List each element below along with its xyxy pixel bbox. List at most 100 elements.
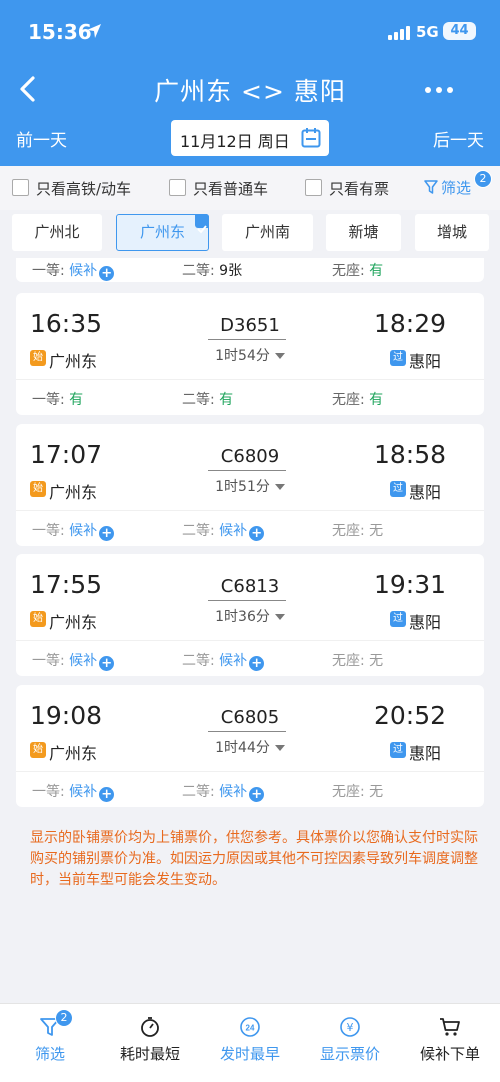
- yen-text: ¥: [347, 1021, 354, 1034]
- train-card[interactable]: 19:08 C6805 1时44分 20:52 始 广州东 过 惠阳 一等: 候…: [16, 685, 484, 807]
- date-label: 11月12日 周日: [180, 132, 290, 151]
- train-line-divider: [208, 470, 286, 471]
- plus-icon[interactable]: +: [249, 656, 265, 671]
- departure-station: 广州东: [49, 744, 98, 763]
- more-icon[interactable]: [424, 86, 454, 94]
- filter-normal-train[interactable]: 只看普通车: [169, 178, 284, 198]
- pass-badge: 过: [390, 742, 406, 758]
- arrival-station: 惠阳: [409, 483, 442, 502]
- filter-label: 只看普通车: [193, 180, 269, 198]
- train-card[interactable]: 16:35 D3651 1时54分 18:29 始 广州东 过 惠阳 一等: 有…: [16, 293, 484, 415]
- location-arrow-icon: [87, 24, 101, 38]
- departure-station: 广州东: [49, 483, 98, 502]
- seat-first-class: 一等: 候补 +: [32, 260, 115, 281]
- departure-station: 广州东: [49, 352, 98, 371]
- arrival-time: 19:31: [373, 570, 446, 599]
- filter-row: 只看高铁/动车 只看普通车 只看有票 筛选 2: [0, 166, 500, 210]
- train-card-partial[interactable]: 一等: 候补 + 二等: 9张 无座: 有: [16, 258, 484, 282]
- arrival-time: 18:58: [373, 440, 446, 469]
- seat-row: 一等: 候补 + 二等: 候补 + 无座: 无: [16, 771, 484, 807]
- signal-icon: [388, 26, 410, 40]
- toolbar-waitlist-order[interactable]: 候补下单: [400, 1010, 500, 1070]
- prev-day-button[interactable]: 前一天: [16, 126, 67, 151]
- seat-no-seat: 无座: 有: [332, 263, 384, 279]
- plus-icon[interactable]: +: [99, 787, 115, 802]
- status-time: 15:36: [28, 20, 92, 44]
- arrival-station: 惠阳: [409, 744, 442, 763]
- dropdown-arrow-icon: [274, 484, 285, 490]
- nav-bar: 广州东 <> 惠阳: [0, 62, 500, 116]
- origin-badge: 始: [30, 481, 46, 497]
- toolbar-earliest-departure[interactable]: 24 发时最早: [200, 1010, 300, 1070]
- next-day-button[interactable]: 后一天: [433, 126, 484, 151]
- seat-no-seat: 无座: 有: [332, 392, 384, 408]
- station-tab[interactable]: 广州南: [222, 214, 313, 251]
- filter-has-ticket[interactable]: 只看有票: [305, 178, 405, 198]
- station-tab[interactable]: 增城: [415, 214, 489, 251]
- clock-24-icon: 24: [240, 1017, 260, 1037]
- dropdown-arrow-icon: [274, 745, 285, 751]
- bottom-toolbar: 2 筛选 耗时最短 24 发时最早 ¥ 显示票价 候补下单: [0, 1003, 500, 1082]
- check-icon: [195, 214, 209, 234]
- seat-no-seat: 无座: 无: [332, 784, 384, 800]
- seat-second-class: 二等: 候补 +: [182, 781, 265, 802]
- arrival-station: 惠阳: [409, 613, 442, 632]
- departure-station: 广州东: [49, 613, 98, 632]
- plus-icon[interactable]: +: [99, 526, 115, 541]
- origin-badge: 始: [30, 350, 46, 366]
- pass-badge: 过: [390, 481, 406, 497]
- plus-icon[interactable]: +: [99, 656, 115, 671]
- toolbar-label: 候补下单: [419, 1045, 480, 1063]
- train-line-divider: [208, 731, 286, 732]
- seat-second-class: 二等: 9张: [182, 263, 243, 279]
- seat-second-class: 二等: 候补 +: [182, 520, 265, 541]
- seat-first-class: 一等: 候补 +: [32, 520, 115, 541]
- pass-badge: 过: [390, 611, 406, 627]
- price-notice: 显示的卧铺票价均为上铺票价，供您参考。具体票价以您确认支付时实际购买的铺别票价为…: [30, 830, 478, 888]
- seat-row: 一等: 候补 + 二等: 候补 + 无座: 无: [16, 510, 484, 546]
- network-label: 5G: [416, 23, 439, 41]
- train-line-divider: [208, 600, 286, 601]
- arrival-time: 20:52: [373, 701, 446, 730]
- timer-icon: [141, 1017, 159, 1037]
- funnel-icon: [424, 180, 438, 194]
- date-picker[interactable]: 11月12日 周日: [171, 120, 329, 156]
- seat-second-class: 二等: 有: [182, 392, 234, 408]
- seat-no-seat: 无座: 无: [332, 653, 384, 669]
- arrival-station: 惠阳: [409, 352, 442, 371]
- filter-high-speed[interactable]: 只看高铁/动车: [12, 178, 152, 198]
- plus-icon[interactable]: +: [99, 266, 115, 281]
- checkbox[interactable]: [305, 179, 322, 196]
- date-bar: 前一天 11月12日 周日 后一天: [0, 116, 500, 162]
- status-bar: 15:36 5G 44: [0, 0, 500, 62]
- station-tab[interactable]: 新塘: [326, 214, 401, 251]
- filter-count-badge: 2: [55, 1009, 73, 1027]
- plus-icon[interactable]: +: [249, 787, 265, 802]
- toolbar-shortest-duration[interactable]: 耗时最短: [100, 1010, 200, 1070]
- train-card[interactable]: 17:07 C6809 1时51分 18:58 始 广州东 过 惠阳 一等: 候…: [16, 424, 484, 546]
- station-tab[interactable]: 广州北: [12, 214, 102, 251]
- seat-row: 一等: 有 二等: 有 无座: 有: [16, 379, 484, 415]
- checkbox[interactable]: [12, 179, 29, 196]
- cart-icon: [440, 1018, 460, 1036]
- plus-icon[interactable]: +: [249, 526, 265, 541]
- station-tab-active[interactable]: 广州东: [116, 214, 209, 251]
- yen-icon: ¥: [340, 1017, 360, 1037]
- checkbox[interactable]: [169, 179, 186, 196]
- seat-second-class: 二等: 候补 +: [182, 650, 265, 671]
- station-tabs: 广州北 广州东 广州南 新塘 增城: [0, 210, 500, 260]
- seat-first-class: 一等: 有: [32, 392, 84, 408]
- dropdown-arrow-icon: [274, 353, 285, 359]
- pass-badge: 过: [390, 350, 406, 366]
- arrival-time: 18:29: [373, 309, 446, 338]
- station-tab-label: 广州东: [139, 223, 185, 241]
- dropdown-arrow-icon: [274, 614, 285, 620]
- toolbar-label: 筛选: [34, 1045, 65, 1063]
- filter-button-label: 筛选: [441, 179, 472, 197]
- toolbar-filter[interactable]: 2 筛选: [0, 1009, 100, 1070]
- train-card[interactable]: 17:55 C6813 1时36分 19:31 始 广州东 过 惠阳 一等: 候…: [16, 554, 484, 676]
- origin-badge: 始: [30, 611, 46, 627]
- filter-count-badge: 2: [474, 170, 492, 188]
- filter-label: 只看有票: [329, 180, 390, 198]
- toolbar-show-price[interactable]: ¥ 显示票价: [300, 1010, 400, 1070]
